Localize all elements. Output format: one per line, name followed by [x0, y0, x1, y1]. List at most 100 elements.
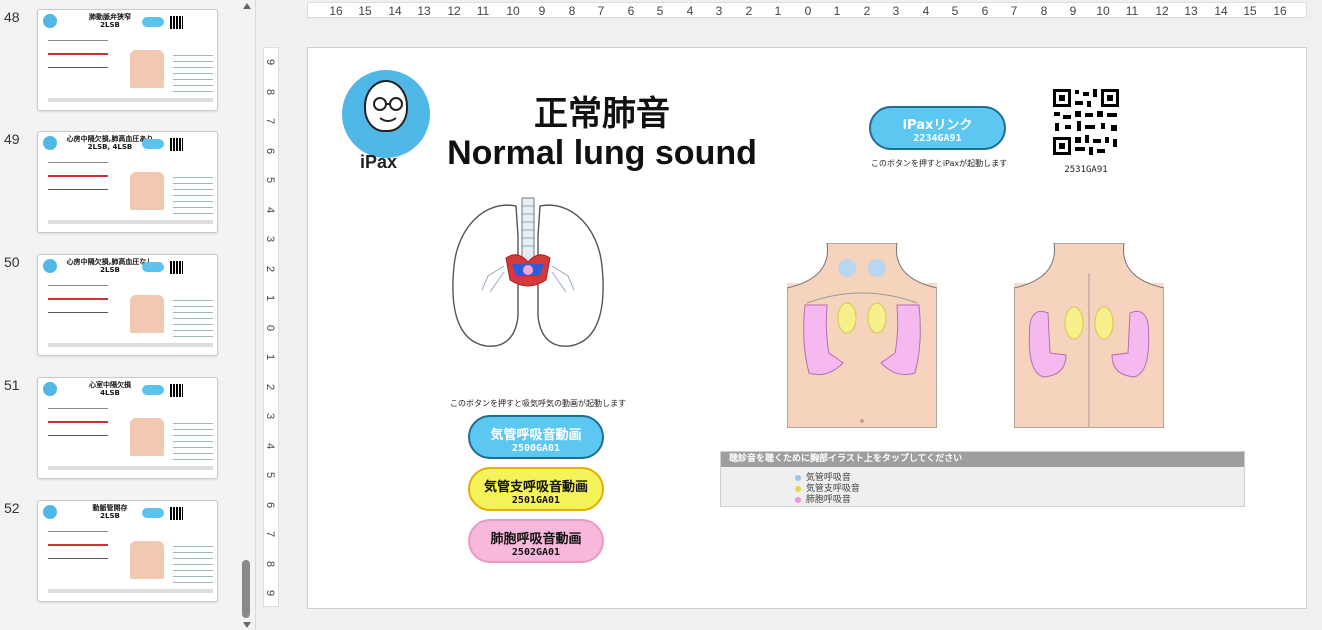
thumbnail-slide-50[interactable]: 50 心房中隔欠損,肺高血圧なし 2LSB	[0, 254, 240, 364]
video-button-code: 2502GA01	[511, 547, 561, 558]
thumbnail-footer	[48, 343, 213, 347]
thumbnail-slide-49[interactable]: 49 心房中隔欠損,肺高血圧あり 2LSB, 4LSB	[0, 131, 240, 241]
thumbnail-slide-52[interactable]: 52 動脈管開存 2LSB	[0, 500, 240, 610]
video-button-label: 気管支呼吸音動画	[483, 480, 588, 495]
thumbnail-footer	[48, 466, 213, 470]
qr-caption: 2531GA91	[1064, 165, 1108, 175]
tracheal-breath-video-button[interactable]: 気管呼吸音動画 2500GA01	[468, 415, 604, 459]
ipax-logo	[342, 70, 430, 158]
ecg-graphic	[48, 408, 108, 446]
ruler-tick-label: 12	[447, 4, 461, 18]
thumbnail-slide-51[interactable]: 51 心室中隔欠損 4LSB	[0, 377, 240, 487]
ruler-tick-label: 10	[506, 4, 520, 18]
qr-code-icon[interactable]	[1051, 87, 1121, 157]
chest-illustration	[130, 50, 164, 88]
ruler-tick-label: 2	[863, 4, 871, 18]
ruler-tick-label: 6	[981, 4, 989, 18]
ipax-link-button[interactable]: iPaxリンク 2234GA91	[869, 106, 1006, 150]
qr-code-icon	[170, 138, 183, 151]
thumbnail-card[interactable]: 心房中隔欠損,肺高血圧あり 2LSB, 4LSB	[37, 131, 218, 233]
ruler-tick-label: 14	[388, 4, 402, 18]
chest-illustration	[130, 295, 164, 333]
thumbnail-button-shape	[142, 139, 164, 149]
thumbnail-number: 50	[4, 254, 20, 270]
ruler-tick-label: 11	[476, 4, 490, 18]
ruler-tick-label: 9	[264, 58, 277, 66]
video-button-code: 2500GA01	[511, 443, 561, 454]
ruler-tick-label: 9	[264, 589, 277, 597]
ecg-graphic	[48, 162, 108, 200]
logo-icon	[43, 14, 57, 28]
lung-illustration	[446, 196, 610, 350]
ruler-tick-label: 8	[1040, 4, 1048, 18]
logo-icon	[43, 136, 57, 150]
ruler-tick-label: 16	[1273, 4, 1287, 18]
legend-dot-icon	[795, 474, 801, 481]
thumbnail-card[interactable]: 心室中隔欠損 4LSB	[37, 377, 218, 479]
ruler-tick-label: 11	[1125, 4, 1139, 18]
video-button-label: 肺胞呼吸音動画	[490, 532, 582, 547]
thumbnail-card[interactable]: 肺動脈弁狭窄 2LSB	[37, 9, 218, 111]
thumbnail-footer	[48, 220, 213, 224]
thumbnail-slide-48[interactable]: 48 肺動脈弁狭窄 2LSB	[0, 9, 240, 119]
thumbnail-button-shape	[142, 508, 164, 518]
ecg-graphic	[48, 40, 108, 78]
thumbnail-footer	[48, 98, 213, 102]
legend-dot-icon	[795, 485, 801, 492]
waveform-graphic	[173, 172, 213, 214]
chest-illustration	[130, 172, 164, 210]
thumbnail-scrollbar[interactable]	[240, 0, 254, 630]
vesicular-breath-video-button[interactable]: 肺胞呼吸音動画 2502GA01	[468, 519, 604, 563]
slide-title-en: Normal lung sound	[447, 134, 757, 172]
ruler-tick-label: 5	[951, 4, 959, 18]
legend-panel: 聴診音を聴くために胸部イラスト上をタップしてください 気管呼吸音 気管支呼吸音 …	[720, 451, 1245, 507]
scroll-up-arrow-icon[interactable]	[243, 3, 251, 9]
legend-item-vesicular: 肺胞呼吸音	[795, 492, 851, 505]
ruler-tick-label: 3	[892, 4, 900, 18]
slide-title-jp: 正常肺音	[534, 94, 670, 134]
waveform-graphic	[173, 50, 213, 92]
thumbnail-number: 49	[4, 131, 20, 147]
ipax-caption: このボタンを押すとiPaxが起動します	[870, 159, 1008, 168]
logo-icon	[43, 505, 57, 519]
thumbnail-button-shape	[142, 385, 164, 395]
ruler-tick-label: 7	[597, 4, 605, 18]
thumbnail-button-shape	[142, 262, 164, 272]
slide-thumbnails-pane: 48 肺動脈弁狭窄 2LSB 49 心房中隔欠損,肺高血圧あり 2LSB, 4L…	[0, 0, 256, 630]
ruler-tick-label: 15	[1243, 4, 1257, 18]
ruler-tick-label: 1	[774, 4, 782, 18]
ruler-tick-label: 9	[1069, 4, 1077, 18]
thumbnail-card[interactable]: 心房中隔欠損,肺高血圧なし 2LSB	[37, 254, 218, 356]
video-button-label: 気管呼吸音動画	[490, 428, 582, 443]
legend-dot-icon	[795, 496, 801, 503]
ruler-tick-label: 9	[538, 4, 546, 18]
ruler-tick-label: 2	[745, 4, 753, 18]
scroll-down-arrow-icon[interactable]	[243, 622, 251, 628]
ruler-tick-label: 1	[264, 353, 277, 361]
ecg-graphic	[48, 285, 108, 323]
ruler-tick-label: 3	[264, 235, 277, 243]
ruler-tick-label: 6	[264, 147, 277, 155]
ruler-tick-label: 4	[686, 4, 694, 18]
thumbnail-card[interactable]: 動脈管開存 2LSB	[37, 500, 218, 602]
thumbnail-footer	[48, 589, 213, 593]
bronchial-breath-video-button[interactable]: 気管支呼吸音動画 2501GA01	[468, 467, 604, 511]
legend-label: 肺胞呼吸音	[805, 495, 851, 505]
ruler-tick-label: 13	[417, 4, 431, 18]
slide-canvas[interactable]: iPax 正常肺音 Normal lung sound iPaxリンク 2234…	[307, 47, 1307, 609]
scrollbar-handle[interactable]	[242, 560, 250, 618]
ruler-tick-label: 2	[264, 383, 277, 391]
ruler-tick-label: 0	[264, 324, 277, 332]
vertical-ruler: 9 8 7 6 5 4 3 2 1 0 1 2 3 4 5 6 7 8 9	[263, 47, 279, 607]
thumbnail-number: 51	[4, 377, 20, 393]
ipax-link-code: 2234GA91	[913, 133, 962, 144]
front-chest-illustration[interactable]	[786, 242, 938, 429]
back-chest-illustration[interactable]	[1013, 242, 1165, 429]
thumbnail-number: 52	[4, 500, 20, 516]
ruler-tick-label: 2	[264, 265, 277, 273]
ruler-tick-label: 7	[264, 117, 277, 125]
logo-text: iPax	[360, 152, 398, 172]
ruler-tick-label: 5	[656, 4, 664, 18]
video-caption: このボタンを押すと吸気呼気の動画が起動します	[450, 399, 626, 408]
ruler-tick-label: 7	[1010, 4, 1018, 18]
